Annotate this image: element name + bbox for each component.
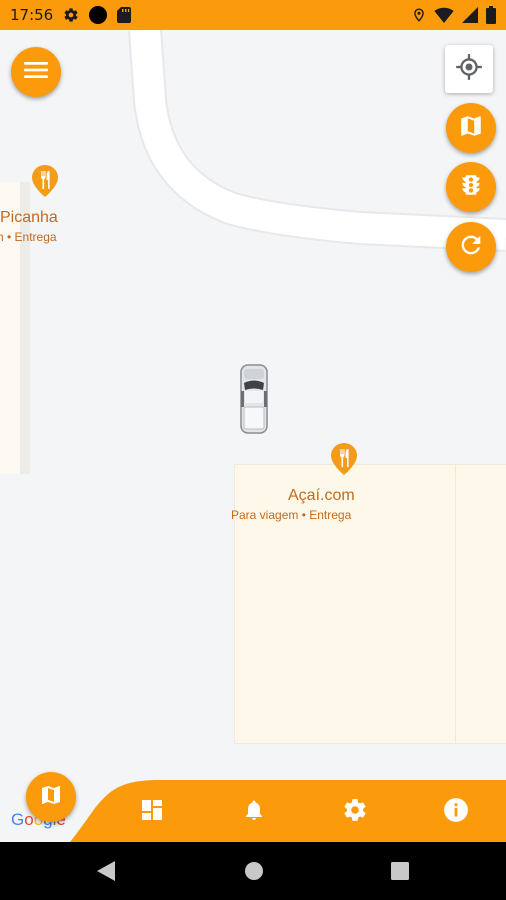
- map-layers-button[interactable]: [446, 103, 496, 153]
- refresh-icon: [457, 231, 485, 264]
- map-icon: [458, 113, 484, 144]
- restaurant-icon[interactable]: [32, 165, 58, 197]
- my-location-icon: [455, 53, 483, 86]
- status-time: 17:56: [10, 6, 54, 24]
- system-navigation-bar: [0, 842, 506, 900]
- recents-icon[interactable]: [389, 860, 411, 882]
- battery-icon: [486, 6, 496, 24]
- traffic-button[interactable]: [446, 162, 496, 212]
- bottom-navigation: [0, 780, 506, 842]
- car-icon[interactable]: [240, 363, 268, 440]
- building-divider: [455, 464, 456, 744]
- location-icon: [412, 6, 426, 24]
- dashboard-icon[interactable]: [137, 795, 167, 825]
- poi-name[interactable]: Picanha: [0, 209, 58, 227]
- wifi-icon: [434, 7, 454, 23]
- restaurant-icon[interactable]: [331, 443, 357, 475]
- home-icon[interactable]: [243, 860, 265, 882]
- signal-icon: [462, 7, 478, 23]
- status-bar: 17:56: [0, 0, 506, 30]
- building-block: [234, 464, 506, 744]
- my-location-button[interactable]: [445, 45, 493, 93]
- map-view-button[interactable]: [26, 772, 76, 822]
- poi-subtitle: Para viagem • Entrega: [231, 508, 352, 522]
- circle-icon: [89, 6, 108, 24]
- gear-icon[interactable]: [340, 795, 370, 825]
- poi-subtitle: h • Entrega: [0, 230, 57, 244]
- map-icon: [39, 783, 63, 812]
- gear-icon: [63, 7, 79, 23]
- map-view[interactable]: Picanha h • Entrega Açaí.com Para viagem…: [0, 30, 506, 841]
- traffic-light-icon: [458, 172, 484, 203]
- info-icon[interactable]: [441, 795, 471, 825]
- menu-icon: [24, 61, 48, 84]
- sd-card-icon: [117, 7, 132, 23]
- back-icon[interactable]: [95, 860, 117, 882]
- refresh-button[interactable]: [446, 222, 496, 272]
- bell-icon[interactable]: [239, 795, 269, 825]
- poi-name[interactable]: Açaí.com: [288, 487, 355, 505]
- menu-button[interactable]: [11, 47, 61, 97]
